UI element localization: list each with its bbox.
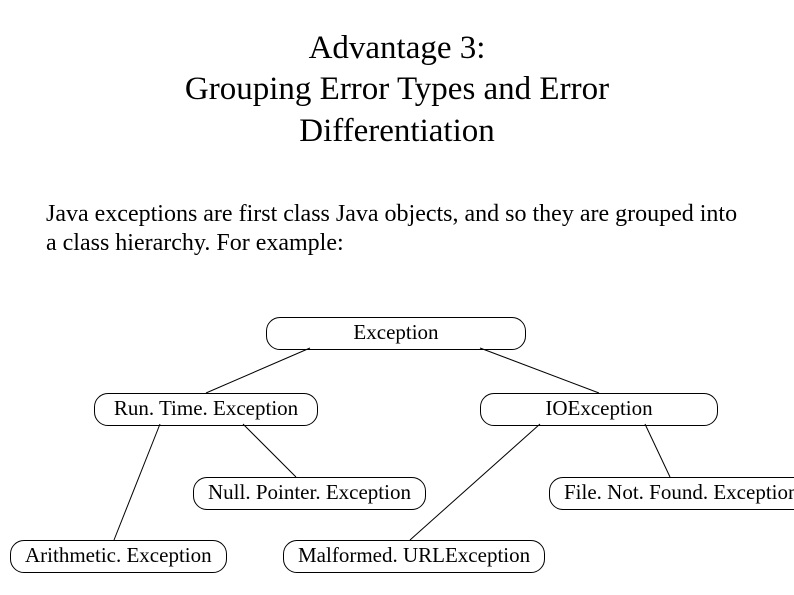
- body-paragraph: Java exceptions are first class Java obj…: [0, 152, 794, 259]
- title-line-3: Differentiation: [299, 113, 495, 149]
- node-filenotfound-exception: File. Not. Found. Exception: [549, 477, 794, 510]
- title-line-1: Advantage 3:: [309, 30, 486, 66]
- node-nullpointer-exception: Null. Pointer. Exception: [193, 477, 426, 510]
- node-ioexception: IOException: [480, 393, 718, 426]
- title-line-2: Grouping Error Types and Error: [185, 71, 609, 107]
- node-runtime-exception: Run. Time. Exception: [94, 393, 318, 426]
- node-arithmetic-exception: Arithmetic. Exception: [10, 540, 227, 573]
- slide-title: Advantage 3: Grouping Error Types and Er…: [0, 0, 794, 152]
- node-malformedurl-exception: Malformed. URLException: [283, 540, 545, 573]
- node-exception: Exception: [266, 317, 526, 350]
